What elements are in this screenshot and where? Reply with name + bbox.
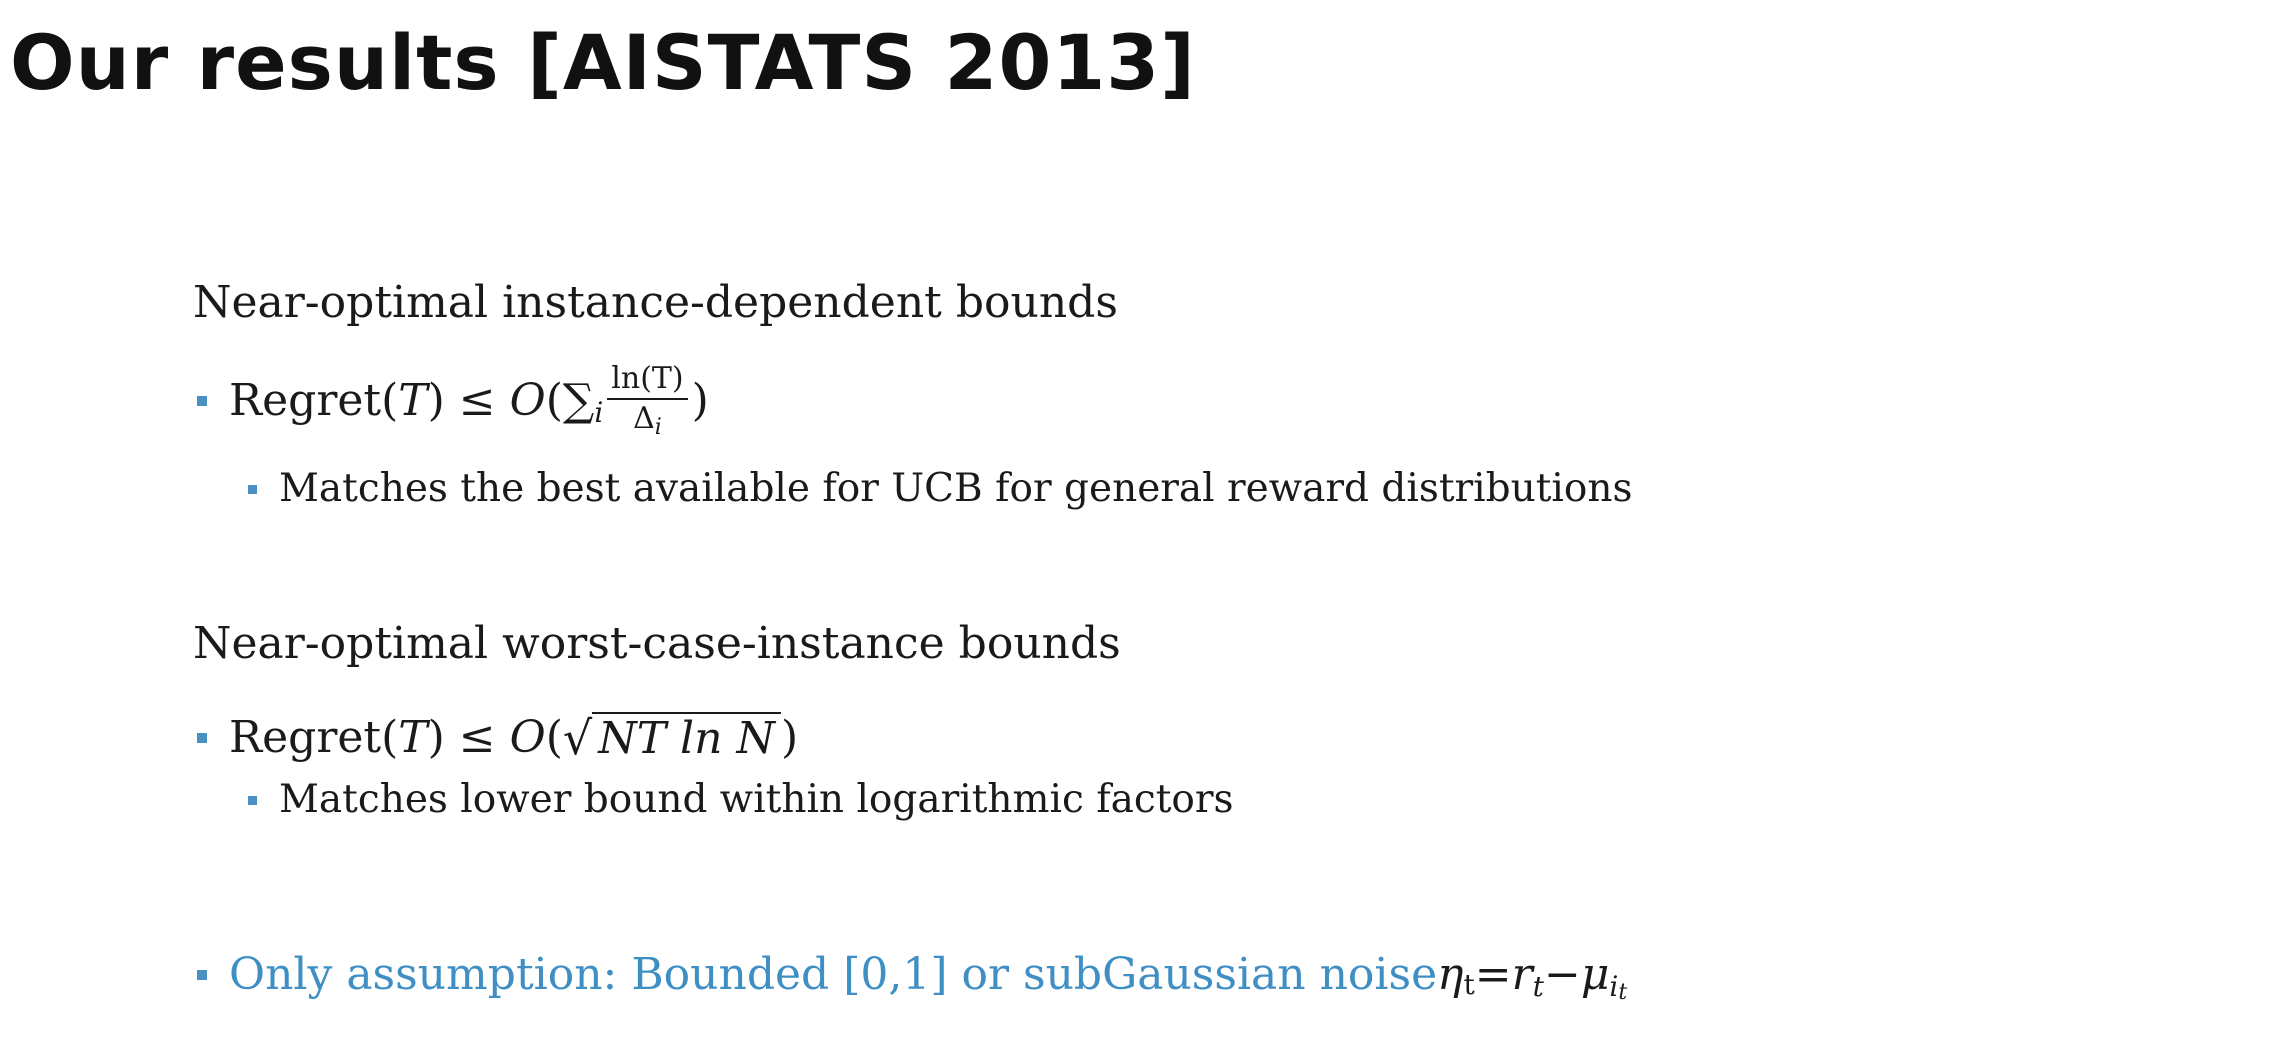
eta-subscript: t	[1463, 968, 1475, 1001]
leq-sign: ) ≤	[427, 712, 496, 763]
close-paren: )	[691, 374, 709, 426]
square-root: √ NT ln N	[563, 708, 781, 768]
var-T: T	[398, 712, 428, 763]
noise-formula: ηt = rt − μit	[1437, 945, 1627, 1005]
delta-subscript: i	[654, 415, 662, 440]
fraction: ln(T) Δi	[607, 362, 688, 441]
equals-sign: =	[1474, 949, 1512, 1000]
leq-sign: ) ≤	[427, 374, 496, 426]
delta-symbol: Δ	[633, 401, 655, 436]
close-paren: )	[780, 712, 799, 763]
sqrt-body: NT ln N	[592, 712, 781, 764]
regret-label: Regret(	[229, 374, 399, 426]
assumption-text: Only assumption: Bounded [0,1] or subGau…	[229, 949, 1438, 1000]
mu-subscript: i	[1609, 970, 1619, 1003]
open-paren: (	[545, 712, 563, 763]
var-T: T	[398, 374, 428, 426]
fraction-numerator: ln(T)	[607, 362, 688, 400]
eta-symbol: η	[1437, 949, 1464, 1000]
bullet-square-icon	[248, 484, 257, 494]
r-symbol: r	[1511, 949, 1533, 1000]
sum-symbol: ∑	[562, 374, 595, 426]
bullet-assumption: Only assumption: Bounded [0,1] or subGau…	[197, 945, 1627, 1005]
regret-formula-worst-case: Regret(T) ≤ O( √ NT ln N )	[229, 708, 798, 768]
bullet-regret-worst-case: Regret(T) ≤ O( √ NT ln N )	[197, 708, 798, 768]
sub-bullet-matches-ucb: Matches the best available for UCB for g…	[248, 462, 1632, 516]
slide-title: Our results [AISTATS 2013]	[10, 18, 1196, 107]
big-o: O	[509, 374, 546, 426]
sub-bullet-text: Matches lower bound within logarithmic f…	[279, 777, 1234, 822]
bullet-regret-instance-dependent: Regret(T) ≤ O(∑ i ln(T) Δi )	[197, 362, 709, 441]
bullet-square-icon	[197, 395, 207, 406]
fraction-denominator: Δi	[633, 400, 662, 441]
slide: Our results [AISTATS 2013] Near-optimal …	[0, 0, 2282, 1038]
mu-symbol: μ	[1580, 949, 1610, 1000]
bullet-square-icon	[197, 733, 207, 743]
r-subscript: t	[1532, 970, 1544, 1003]
open-paren: (	[545, 374, 563, 426]
sub-bullet-lower-bound: Matches lower bound within logarithmic f…	[248, 773, 1234, 827]
regret-label: Regret(	[229, 712, 399, 763]
sqrt-sign: √	[562, 711, 593, 765]
mu-sub-subscript: t	[1618, 980, 1628, 1005]
sub-bullet-text: Matches the best available for UCB for g…	[279, 466, 1633, 511]
bullet-square-icon	[248, 795, 257, 805]
minus-sign: −	[1543, 949, 1581, 1000]
bullet-square-icon	[197, 970, 207, 980]
big-o: O	[509, 712, 546, 763]
section-heading-instance-dependent: Near-optimal instance-dependent bounds	[193, 277, 1118, 328]
sum-subscript: i	[594, 395, 604, 429]
section-heading-worst-case: Near-optimal worst-case-instance bounds	[193, 618, 1121, 669]
regret-formula-instance-dependent: Regret(T) ≤ O(∑ i ln(T) Δi )	[229, 362, 709, 441]
